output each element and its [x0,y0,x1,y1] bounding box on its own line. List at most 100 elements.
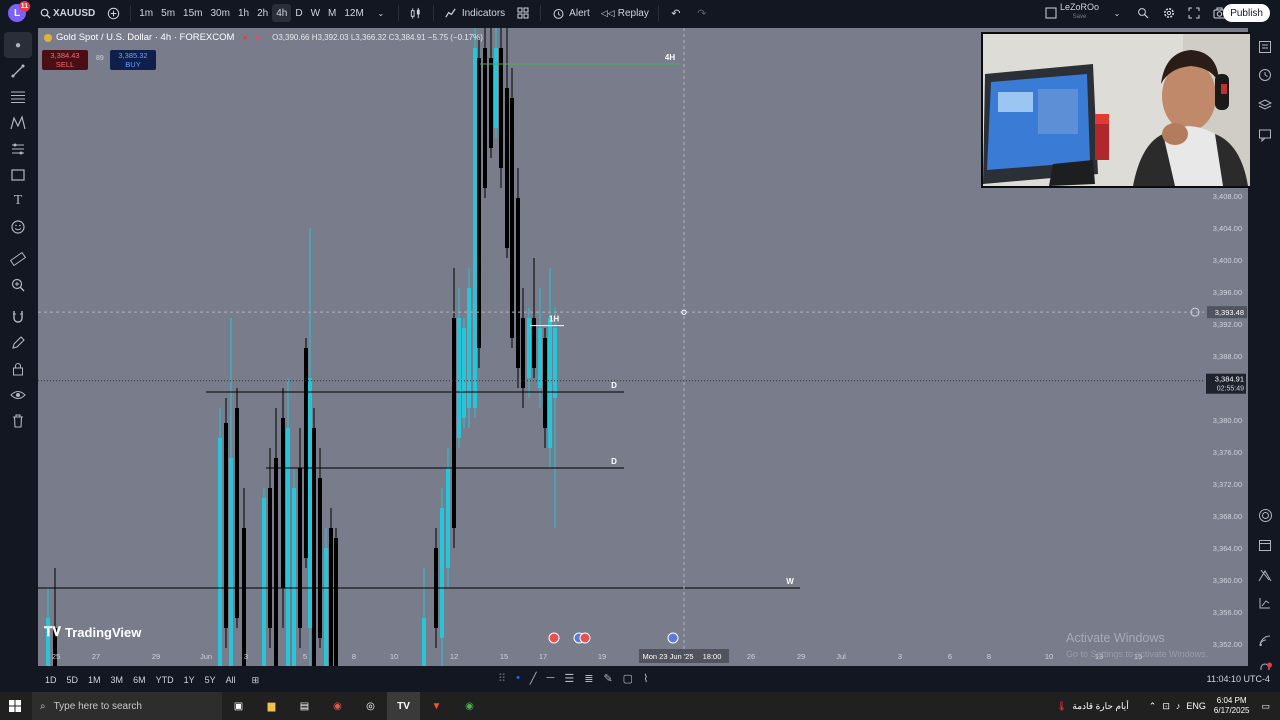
settings-button[interactable] [1156,0,1182,26]
layout-dropdown[interactable]: ⌄ [1104,0,1130,26]
timeframe-1m[interactable]: 1m [135,0,157,26]
chart-type-button[interactable] [403,0,429,26]
taskbar-clock[interactable]: 6:04 PM 6/17/2025 [1214,696,1250,716]
range-6M[interactable]: 6M [128,675,151,685]
icons-tool[interactable] [4,214,32,240]
cursor-tool[interactable]: ● [4,32,32,58]
timeframe-5m[interactable]: 5m [157,0,179,26]
buy-button[interactable]: 3,385.32 BUY [110,50,156,70]
start-button[interactable] [0,692,30,720]
zoom-tool[interactable] [4,272,32,298]
fib-tool[interactable] [4,84,32,110]
range-1M[interactable]: 1M [83,675,106,685]
language-indicator[interactable]: ENG [1186,701,1206,711]
text-tool[interactable]: T [4,188,32,214]
fib-fav-icon[interactable]: ☰ [564,672,574,685]
range-YTD[interactable]: YTD [151,675,179,685]
indicators-button[interactable]: Indicators [438,0,510,26]
trend-line-fav-icon[interactable]: ╱ [530,672,537,685]
symbol-title[interactable]: Gold Spot / U.S. Dollar · 4h · FOREXCOM [56,32,234,43]
chats-button[interactable] [1256,126,1274,144]
chrome-dev-app-button[interactable]: ◉ [453,692,486,720]
replay-button[interactable]: ◁◁ Replay [595,0,654,26]
chevron-up-icon[interactable]: ⌃ [1149,701,1157,712]
ideas-button[interactable] [1256,566,1274,584]
pattern-tool[interactable] [4,110,32,136]
fullscreen-button[interactable] [1181,0,1207,26]
timeframe-M[interactable]: M [324,0,340,26]
economic-event-flag[interactable] [579,632,591,644]
taskbar-search[interactable]: ⌕ Type here to search [32,692,222,720]
redo-button[interactable]: ↷ [689,0,715,26]
watchlist-button[interactable] [1256,38,1274,56]
channel-fav-icon[interactable]: ≣ [584,672,593,685]
timeframe-D[interactable]: D [291,0,306,26]
lock-drawings-tool[interactable] [4,356,32,382]
sell-button[interactable]: 3,384.43 SELL [42,50,88,70]
timeframe-30m[interactable]: 30m [207,0,234,26]
file-explorer-button[interactable]: ▆ [255,692,288,720]
symbol-search-button[interactable]: XAUUSD [32,0,100,26]
calendar-button[interactable] [1256,536,1274,554]
timeframe-dropdown[interactable]: ⌄ [368,0,394,26]
pine-button[interactable] [1256,594,1274,612]
task-view-button[interactable]: ▣ [222,692,255,720]
speaker-icon[interactable]: ♪ [1176,701,1181,711]
notification-center-icon[interactable]: ▭ [1261,701,1270,712]
range-5D[interactable]: 5D [62,675,84,685]
range-All[interactable]: All [221,675,241,685]
alert-button[interactable]: Alert [545,0,595,26]
notepad-app-button[interactable]: ▤ [288,692,321,720]
templates-button[interactable] [510,0,536,26]
rect-fav-icon[interactable]: ▢ [623,672,633,685]
hide-drawings-tool[interactable] [4,382,32,408]
timeframe-1h[interactable]: 1h [234,0,253,26]
measure-tool[interactable] [4,246,32,272]
chrome-app-button[interactable]: ◉ [321,692,354,720]
timeframe-4h[interactable]: 4h [272,4,292,22]
timeframe-2h[interactable]: 2h [253,0,272,26]
trend-line-tool[interactable] [4,58,32,84]
timeframe-W[interactable]: W [307,0,324,26]
signal-button[interactable] [1256,632,1274,650]
eye-toggle-icon[interactable]: ● [242,33,247,42]
horizontal-line-icon[interactable]: ─ [547,672,555,685]
hotlists-button[interactable] [1256,506,1274,524]
utc-clock[interactable]: 11:04:10 UTC-4 [1207,674,1270,684]
quick-search-button[interactable] [1130,0,1156,26]
path-fav-icon[interactable]: ⌇ [643,672,648,685]
goto-date-button[interactable]: ⊞ [247,675,265,686]
economic-event-flag[interactable] [667,632,679,644]
layout-name-button[interactable]: LeZoROo Save [1060,2,1099,22]
tradingview-logo[interactable]: 𝐓𝐕 TradingView [44,624,141,640]
alerts-button[interactable] [1256,66,1274,84]
pen-fav-icon[interactable]: ✎ [603,672,612,685]
dot-icon[interactable]: • [516,672,520,685]
range-1Y[interactable]: 1Y [179,675,200,685]
undo-button[interactable]: ↶ [663,0,689,26]
tradingview-app-button[interactable]: TV [387,692,420,720]
publish-button[interactable]: Publish [1223,4,1270,22]
compare-add-button[interactable] [100,0,126,26]
avatar[interactable]: L 11 [8,1,30,22]
timeframe-15m[interactable]: 15m [179,0,206,26]
range-5Y[interactable]: 5Y [200,675,221,685]
market-status-icon[interactable]: ● [255,33,260,42]
shapes-tool[interactable] [4,162,32,188]
object-tree-button[interactable] [1256,96,1274,114]
network-icon[interactable]: ⊡ [1162,701,1170,712]
weather-icon[interactable]: 🌡 [1056,701,1067,712]
drag-handle-icon[interactable]: ⠿ [498,672,506,685]
economic-event-flag[interactable] [548,632,560,644]
range-3M[interactable]: 3M [106,675,129,685]
magnet-tool[interactable] [4,304,32,330]
range-1D[interactable]: 1D [40,675,62,685]
stay-drawing-tool[interactable] [4,330,32,356]
obs-app-button[interactable]: ◎ [354,692,387,720]
remove-drawings-tool[interactable] [4,408,32,434]
forecast-tool[interactable] [4,136,32,162]
time-tick: 29 [152,652,160,661]
weather-text[interactable]: أيام حارة قادمة [1072,701,1128,712]
brave-app-button[interactable]: ▼ [420,692,453,720]
timeframe-12M[interactable]: 12M [340,0,367,26]
